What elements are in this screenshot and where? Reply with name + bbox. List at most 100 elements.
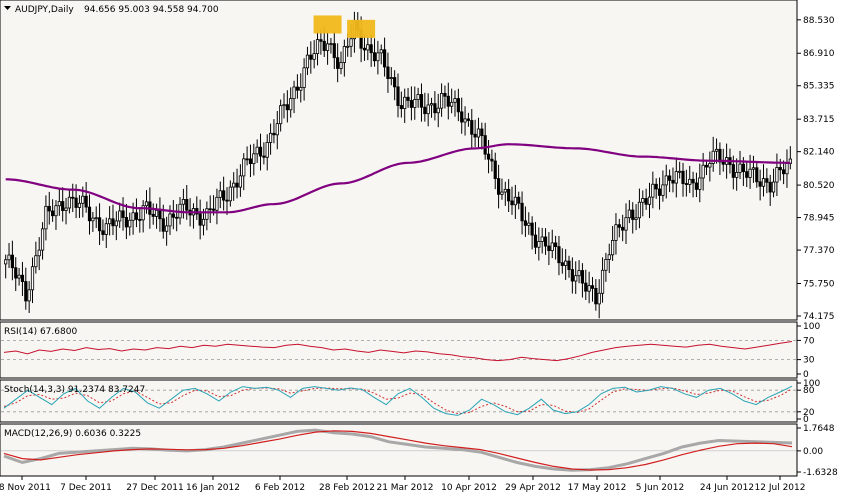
time-tick-label: 5 Jun 2012 (636, 483, 684, 493)
time-tick-label: 24 Jun 2012 (700, 483, 754, 493)
price-tick-label: 85.335 (803, 82, 835, 92)
macd-title: MACD(12,26,9) 0.6036 0.3225 (4, 429, 141, 439)
price-tick-label: 78.945 (803, 214, 835, 224)
candle-body (325, 43, 330, 51)
candle-body (245, 158, 249, 161)
price-tick-label: 75.750 (803, 280, 835, 290)
candle-body (201, 218, 206, 226)
time-tick-label: 18 Nov 2011 (0, 483, 51, 493)
candle-body (765, 178, 769, 183)
candle-body (342, 46, 346, 63)
candle-body (607, 254, 611, 260)
candle-body (483, 135, 487, 155)
candle-body (57, 201, 61, 207)
candle-body (466, 118, 471, 121)
price-tick-label: 88.530 (803, 16, 835, 26)
candle-body (443, 92, 447, 97)
candle-body (262, 155, 266, 158)
candle-body (641, 198, 645, 203)
macd-tick-label: 0.00 (803, 447, 823, 457)
candle-body (309, 54, 313, 60)
candle-body (67, 196, 71, 209)
candle-body (513, 196, 517, 206)
candle-body (198, 213, 202, 226)
candle-body (20, 274, 25, 282)
candle-body (574, 275, 578, 282)
peak-highlight-box (313, 15, 342, 34)
candle-body (768, 181, 772, 193)
candle-body (393, 77, 397, 88)
candle-body (631, 209, 635, 220)
candle-body (453, 98, 457, 103)
candle-body (138, 219, 142, 221)
candle-body (101, 230, 105, 235)
stoch-title: Stoch(14,3,3) 91.2374 83.7247 (4, 385, 145, 395)
candle-body (486, 153, 491, 160)
candle-body (698, 177, 702, 190)
candle-body (517, 196, 521, 204)
time-tick-label: 17 May 2012 (568, 483, 627, 493)
candle-body (637, 201, 642, 219)
candle-body (714, 148, 719, 152)
candle-body (664, 175, 668, 186)
candle-body (97, 217, 102, 232)
candle-body (433, 103, 437, 114)
candle-body (305, 54, 310, 69)
candle-body (721, 161, 725, 165)
candle-body (315, 39, 320, 54)
candle-body (292, 86, 296, 100)
candle-body (436, 107, 440, 114)
candle-body (154, 209, 159, 217)
candle-body (419, 94, 424, 108)
price-tick-label: 80.520 (803, 181, 835, 191)
candle-body (403, 96, 407, 110)
candle-body (225, 199, 229, 202)
candle-body (627, 209, 631, 219)
ohlc-quote: 94.656 95.003 94.558 94.700 (84, 5, 219, 15)
candle-body (295, 86, 300, 91)
candle-body (647, 196, 652, 205)
candle-body (161, 218, 165, 232)
candle-body (560, 262, 564, 266)
candle-body (523, 220, 528, 226)
candle-body (584, 282, 588, 292)
candle-body (34, 255, 38, 268)
candle-body (490, 158, 494, 162)
candle-body (232, 182, 236, 188)
time-tick-label: 21 Mar 2012 (376, 483, 433, 493)
candle-body (450, 101, 454, 107)
candle-body (611, 239, 615, 256)
price-pane (0, 0, 798, 321)
candle-body (416, 94, 420, 100)
candle-body (94, 217, 98, 220)
candle-body (678, 170, 682, 173)
candle-body (439, 92, 444, 109)
candle-body (242, 158, 246, 177)
candle-body (429, 103, 434, 106)
candle-body (211, 208, 216, 211)
candle-body (554, 242, 558, 248)
candle-body (533, 234, 538, 248)
candle-body (252, 153, 256, 165)
candle-body (10, 254, 14, 269)
candle-body (691, 178, 695, 184)
candle-body (37, 249, 41, 257)
candle-body (761, 178, 766, 187)
candle-body (158, 209, 162, 220)
candle-body (540, 236, 544, 242)
candle-body (74, 197, 78, 208)
candle-body (688, 178, 692, 185)
candle-body (745, 171, 749, 178)
candle-body (104, 223, 108, 235)
candle-body (543, 236, 548, 247)
candle-body (47, 205, 51, 212)
time-tick-label: 29 Apr 2012 (505, 483, 561, 493)
candle-body (406, 96, 410, 101)
candle-body (121, 210, 125, 218)
candle-body (476, 128, 481, 138)
candle-body (778, 167, 782, 171)
candle-body (108, 218, 112, 225)
stoch-tick-label: 80 (803, 386, 815, 396)
candle-body (674, 171, 678, 184)
candle-body (567, 260, 571, 270)
